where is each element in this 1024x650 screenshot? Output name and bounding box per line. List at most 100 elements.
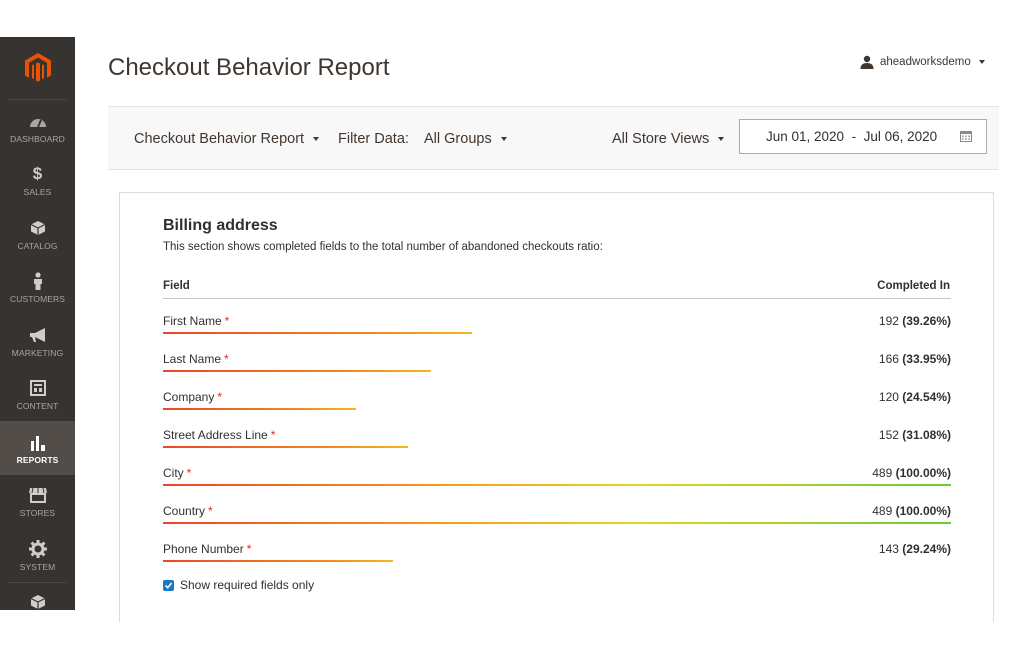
report-switcher-label: Checkout Behavior Report [134, 131, 305, 147]
report-switcher-dropdown[interactable]: Checkout Behavior Report [134, 131, 320, 147]
completed-value: 152 (31.08%) [879, 428, 951, 442]
field-name-text: Last Name [163, 352, 222, 366]
field-row: First Name * 192 (39.26%) [163, 314, 951, 352]
nav-marketing[interactable]: MARKETING [0, 314, 75, 368]
nav-reports[interactable]: REPORTS [0, 421, 75, 475]
extension-box-icon [30, 591, 46, 613]
completed-count: 120 [878, 390, 899, 404]
completed-count: 489 [872, 466, 893, 480]
bar-chart-icon [29, 431, 47, 453]
field-name[interactable]: Street Address Line * [163, 428, 275, 442]
date-range-value: Jun 01, 2020 - Jul 06, 2020 [766, 129, 938, 144]
field-name-text: Phone Number [163, 542, 244, 556]
field-name-text: City [163, 466, 184, 480]
completion-bar [163, 484, 951, 486]
completed-value: 120 (24.54%) [879, 390, 951, 404]
nav-extensions[interactable] [0, 583, 75, 623]
magento-logo[interactable] [8, 37, 67, 100]
completed-percent: (33.95%) [902, 352, 951, 366]
completion-bar [163, 408, 356, 410]
field-row: Last Name * 166 (33.95%) [163, 352, 951, 390]
checkbox-checked-icon [163, 579, 174, 591]
field-name[interactable]: Last Name * [163, 352, 229, 366]
required-only-checkbox[interactable]: Show required fields only [163, 578, 314, 592]
section-description: This section shows completed fields to t… [163, 241, 603, 253]
field-name[interactable]: First Name * [163, 314, 229, 328]
dollar-icon: $ [32, 164, 43, 184]
nav-sales[interactable]: $ SALES [0, 154, 75, 208]
user-menu-caret-icon [978, 60, 985, 64]
required-only-label: Show required fields only [180, 578, 315, 592]
required-asterisk: * [224, 314, 230, 328]
completion-bar [163, 522, 951, 524]
nav-catalog-label: CATALOG [17, 240, 58, 251]
field-name[interactable]: Country * [163, 504, 213, 518]
megaphone-icon [29, 324, 47, 346]
nav-content-label: CONTENT [16, 401, 59, 412]
completed-percent: (100.00%) [895, 504, 951, 518]
nav-dashboard-label: DASHBOARD [10, 133, 65, 144]
completion-bar [163, 446, 408, 448]
nav-stores-label: STORES [19, 508, 56, 519]
user-menu[interactable]: aheadworksdemo [860, 55, 985, 69]
completed-count: 192 [878, 314, 899, 328]
nav-system-label: SYSTEM [19, 561, 56, 572]
required-asterisk: * [208, 504, 213, 518]
store-view-caret-icon [718, 137, 725, 141]
date-range-picker[interactable]: Jun 01, 2020 - Jul 06, 2020 [739, 119, 987, 154]
required-asterisk: * [186, 466, 192, 480]
person-icon [32, 270, 44, 292]
calendar-icon [960, 131, 972, 142]
filter-data-label: Filter Data: [338, 131, 409, 147]
nav-content[interactable]: CONTENT [0, 368, 75, 422]
completed-count: 166 [878, 352, 899, 366]
store-view-value: All Store Views [612, 131, 710, 147]
field-row: Street Address Line * 152 (31.08%) [163, 428, 951, 466]
completed-percent: (29.24%) [902, 542, 951, 556]
page-title: Checkout Behavior Report [108, 54, 390, 81]
nav-system[interactable]: SYSTEM [0, 528, 75, 582]
nav-catalog[interactable]: CATALOG [0, 207, 75, 261]
nav-customers-label: CUSTOMERS [9, 294, 66, 305]
store-view-dropdown[interactable]: All Store Views [612, 131, 725, 147]
field-name[interactable]: Company * [163, 390, 222, 404]
nav-reports-label: REPORTS [16, 454, 59, 465]
nav-marketing-label: MARKETING [11, 347, 64, 358]
customer-group-value: All Groups [424, 131, 492, 147]
completed-count: 143 [878, 542, 899, 556]
layout-icon [29, 377, 46, 399]
completed-percent: (24.54%) [902, 390, 951, 404]
nav-customers[interactable]: CUSTOMERS [0, 261, 75, 315]
header-divider [163, 298, 951, 299]
customer-group-dropdown[interactable]: All Groups [424, 131, 507, 147]
dashboard-icon [29, 110, 47, 132]
completion-bar [163, 332, 472, 334]
field-name-text: Street Address Line [163, 428, 268, 442]
completion-bar [163, 370, 431, 372]
section-title: Billing address [163, 217, 278, 234]
report-toolbar: Checkout Behavior Report Filter Data: Al… [108, 106, 999, 170]
customer-group-caret-icon [500, 137, 507, 141]
required-asterisk: * [217, 390, 223, 404]
column-header-completed: Completed In [877, 280, 950, 292]
nav-stores[interactable]: STORES [0, 475, 75, 529]
nav-sales-label: SALES [23, 187, 52, 198]
field-name-text: First Name [163, 314, 222, 328]
field-row: Company * 120 (24.54%) [163, 390, 951, 428]
field-name-text: Company [163, 390, 215, 404]
nav-dashboard[interactable]: DASHBOARD [0, 100, 75, 154]
completed-value: 489 (100.00%) [872, 466, 951, 480]
field-name[interactable]: Phone Number * [163, 542, 251, 556]
user-name: aheadworksdemo [880, 56, 971, 68]
gear-icon [28, 538, 47, 560]
report-switcher-caret-icon [313, 137, 320, 141]
column-header-field: Field [163, 280, 190, 292]
completion-bar [163, 560, 393, 562]
completed-value: 166 (33.95%) [879, 352, 951, 366]
billing-address-panel: Billing address This section shows compl… [119, 192, 994, 622]
completed-value: 143 (29.24%) [879, 542, 951, 556]
store-icon [28, 484, 48, 506]
admin-sidebar: DASHBOARD $ SALES CATALOG CUSTOMERS MARK… [0, 37, 75, 610]
field-name[interactable]: City * [163, 466, 191, 480]
field-name-text: Country [163, 504, 206, 518]
